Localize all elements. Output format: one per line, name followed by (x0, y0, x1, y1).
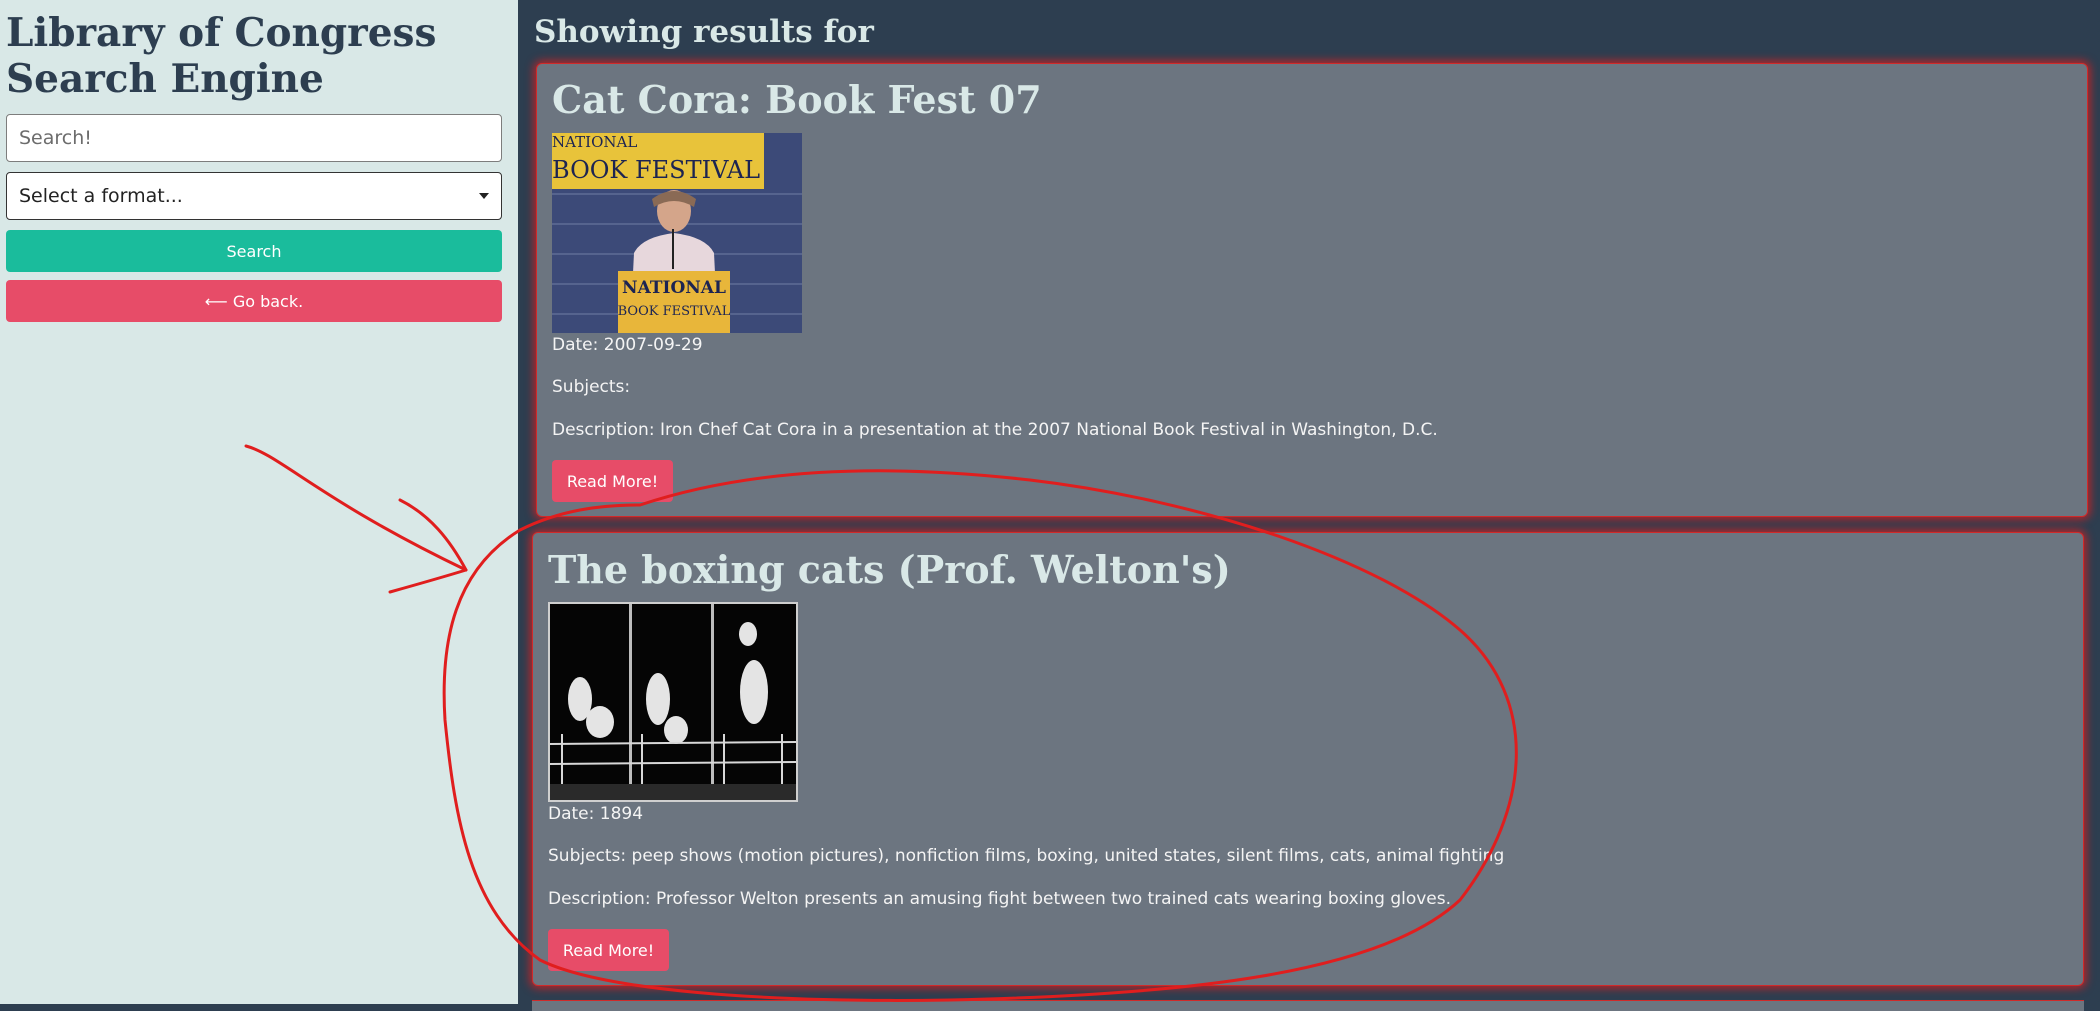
svg-text:BOOK FESTIVAL: BOOK FESTIVAL (552, 156, 760, 184)
svg-text:BOOK FESTIVAL: BOOK FESTIVAL (618, 304, 731, 319)
result-title: Cat Cora: Book Fest 07 (552, 77, 1042, 122)
search-button[interactable]: Search (6, 230, 502, 272)
result-date: Date: 1894 (548, 804, 644, 824)
read-more-button[interactable]: Read More! (548, 929, 669, 971)
svg-text:NATIONAL: NATIONAL (552, 133, 637, 151)
chevron-down-icon (479, 193, 489, 199)
format-select-label: Select a format... (19, 185, 183, 207)
result-title: The boxing cats (Prof. Welton's) (548, 547, 1231, 592)
result-date: Date: 2007-09-29 (552, 335, 703, 355)
app-title: Library of Congress Search Engine (6, 10, 437, 102)
result-subjects: Subjects: peep shows (motion pictures), … (548, 846, 1505, 866)
results-panel: Showing results for Cat Cora: Book Fest … (518, 0, 2100, 1011)
result-description: Description: Professor Welton presents a… (548, 889, 1452, 909)
svg-text:NATIONAL: NATIONAL (622, 278, 726, 298)
next-result-card-edge (532, 1000, 2084, 1011)
format-select[interactable]: Select a format... (6, 172, 502, 220)
result-card: Cat Cora: Book Fest 07 NATIONAL BOOK FES… (536, 63, 2088, 517)
result-subjects: Subjects: (552, 377, 631, 397)
results-heading: Showing results for (534, 14, 874, 50)
search-input[interactable] (6, 114, 502, 162)
read-more-button[interactable]: Read More! (552, 460, 673, 502)
sidebar: Library of Congress Search Engine Select… (0, 0, 518, 1004)
result-description: Description: Iron Chef Cat Cora in a pre… (552, 420, 1438, 440)
result-thumbnail: NATIONAL BOOK FESTIVAL NATIONAL BOOK FES… (552, 133, 802, 333)
result-card: The boxing cats (Prof. Welton's) Date: 1… (532, 532, 2084, 986)
result-thumbnail (548, 602, 798, 802)
go-back-button[interactable]: ⟵ Go back. (6, 280, 502, 322)
